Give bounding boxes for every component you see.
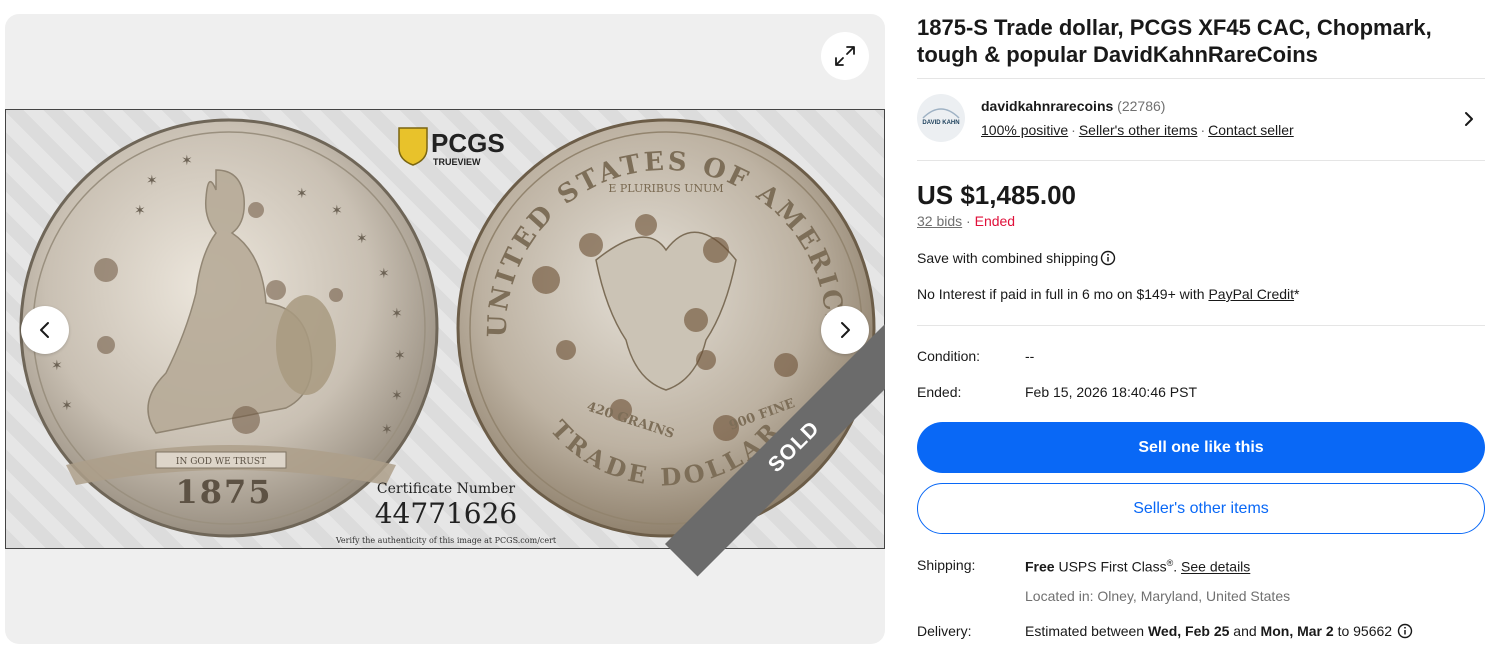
reverse-motto-text: E PLURIBUS UNUM <box>608 182 723 195</box>
combined-shipping-text: Save with combined shipping <box>917 250 1099 266</box>
info-icon[interactable] <box>1397 623 1413 639</box>
seller-feedback-count: (22786) <box>1117 98 1166 114</box>
delivery-prefix: Estimated between <box>1025 623 1145 639</box>
info-icon[interactable] <box>1100 250 1116 266</box>
svg-text:✶: ✶ <box>134 202 146 218</box>
seller-positive-link[interactable]: 100% positive <box>981 122 1068 138</box>
svg-text:✶: ✶ <box>331 202 343 218</box>
shipping-label: Shipping: <box>917 557 976 573</box>
expand-icon <box>835 46 855 66</box>
listing-summary: 1875-S Trade dollar, PCGS XF45 CAC, Chop… <box>917 14 1485 68</box>
svg-text:✶: ✶ <box>391 387 403 403</box>
contact-seller-link[interactable]: Contact seller <box>1208 122 1294 138</box>
financing-line: No Interest if paid in full in 6 mo on $… <box>917 286 1300 302</box>
verify-text: Verify the authenticity of this image at… <box>335 536 557 545</box>
ended-label: Ended: <box>917 384 962 400</box>
image-gallery: IN GOD WE TRUST 1875 ✶ ✶ ✶ ✶ ✶ ✶ ✶ ✶ ✶ ✶ ✶ ✶ ✶… <box>5 14 885 644</box>
separator-dot: · <box>1200 122 1206 138</box>
shipping-period: . <box>1173 558 1178 575</box>
svg-text:✶: ✶ <box>378 265 390 281</box>
obverse-date-text: 1875 <box>175 473 272 511</box>
pcgs-logo: PCGS TRUEVIEW <box>398 127 505 167</box>
delivery-value: Estimated between Wed, Feb 25 and Mon, M… <box>1025 623 1413 639</box>
svg-text:✶: ✶ <box>391 305 403 321</box>
pcgs-logo-text: PCGS <box>431 128 505 158</box>
shipping-method: USPS First Class <box>1054 558 1167 575</box>
free-shipping-text: Free <box>1025 558 1055 575</box>
shipping-value: Free USPS First Class®. See details <box>1025 558 1250 575</box>
svg-text:✶: ✶ <box>356 230 368 246</box>
seller-logo-graphic: DAVID KAHN <box>922 108 960 126</box>
previous-image-button[interactable] <box>21 306 69 354</box>
bids-line: 32 bids · Ended <box>917 213 1015 229</box>
delivery-end-date: Mon, Mar 2 <box>1260 623 1334 639</box>
title-divider <box>917 78 1485 79</box>
listing-title: 1875-S Trade dollar, PCGS XF45 CAC, Chop… <box>917 15 1432 67</box>
sellers-other-items-button[interactable]: Seller's other items <box>917 483 1485 534</box>
cert-number-text: 44771626 <box>375 497 518 530</box>
condition-value: -- <box>1025 348 1035 364</box>
separator-dot: · <box>1071 122 1076 138</box>
svg-text:✶: ✶ <box>181 152 193 168</box>
svg-text:✶: ✶ <box>61 397 73 413</box>
ended-value: Feb 15, 2026 18:40:46 PST <box>1025 384 1198 400</box>
svg-text:✶: ✶ <box>146 172 158 188</box>
combined-shipping-line: Save with combined shipping <box>917 250 1116 266</box>
expand-image-button[interactable] <box>821 32 869 80</box>
delivery-zip: to 95662 <box>1337 623 1393 639</box>
seller-card[interactable]: DAVID KAHN davidkahnrarecoins (22786) 10… <box>917 92 1485 148</box>
obverse-motto-text: IN GOD WE TRUST <box>176 457 266 467</box>
chevron-left-icon <box>40 322 49 338</box>
bid-history-link[interactable]: 32 bids <box>917 213 962 229</box>
promo-divider <box>917 325 1485 326</box>
svg-text:✶: ✶ <box>381 421 393 437</box>
financing-asterisk: * <box>1294 286 1300 302</box>
seller-other-items-link[interactable]: Seller's other items <box>1079 122 1198 138</box>
seller-links: 100% positive · Seller's other items · Conta… <box>981 122 1294 138</box>
seller-name[interactable]: davidkahnrarecoins <box>981 98 1113 114</box>
delivery-start-date: Wed, Feb 25 <box>1147 623 1230 639</box>
financing-text: No Interest if paid in full in 6 mo on $… <box>917 286 1209 302</box>
svg-text:✶: ✶ <box>51 357 63 373</box>
sell-one-like-this-button[interactable]: Sell one like this <box>917 422 1485 473</box>
seller-name-line: davidkahnrarecoins (22786) <box>981 98 1165 114</box>
seller-avatar[interactable]: DAVID KAHN <box>917 94 965 142</box>
item-location: Located in: Olney, Maryland, United Stat… <box>1025 588 1291 604</box>
separator-dot: · <box>966 213 971 229</box>
seller-divider <box>917 160 1485 161</box>
delivery-label: Delivery: <box>917 623 972 639</box>
shipping-see-details-link[interactable]: See details <box>1181 559 1250 575</box>
paypal-credit-link[interactable]: PayPal Credit <box>1208 286 1294 302</box>
price-amount: US $1,485.00 <box>917 180 1077 210</box>
seller-avatar-text: DAVID KAHN <box>922 120 959 126</box>
cert-label-text: Certificate Number <box>377 481 515 497</box>
pcgs-trueview-text: TRUEVIEW <box>433 157 481 167</box>
condition-label: Condition: <box>917 348 981 364</box>
chevron-right-icon[interactable] <box>1461 110 1477 128</box>
ended-status: Ended <box>974 213 1016 229</box>
svg-text:✶: ✶ <box>296 185 308 201</box>
delivery-and: and <box>1233 623 1257 639</box>
svg-text:✶: ✶ <box>394 347 406 363</box>
chevron-right-icon <box>841 322 850 338</box>
